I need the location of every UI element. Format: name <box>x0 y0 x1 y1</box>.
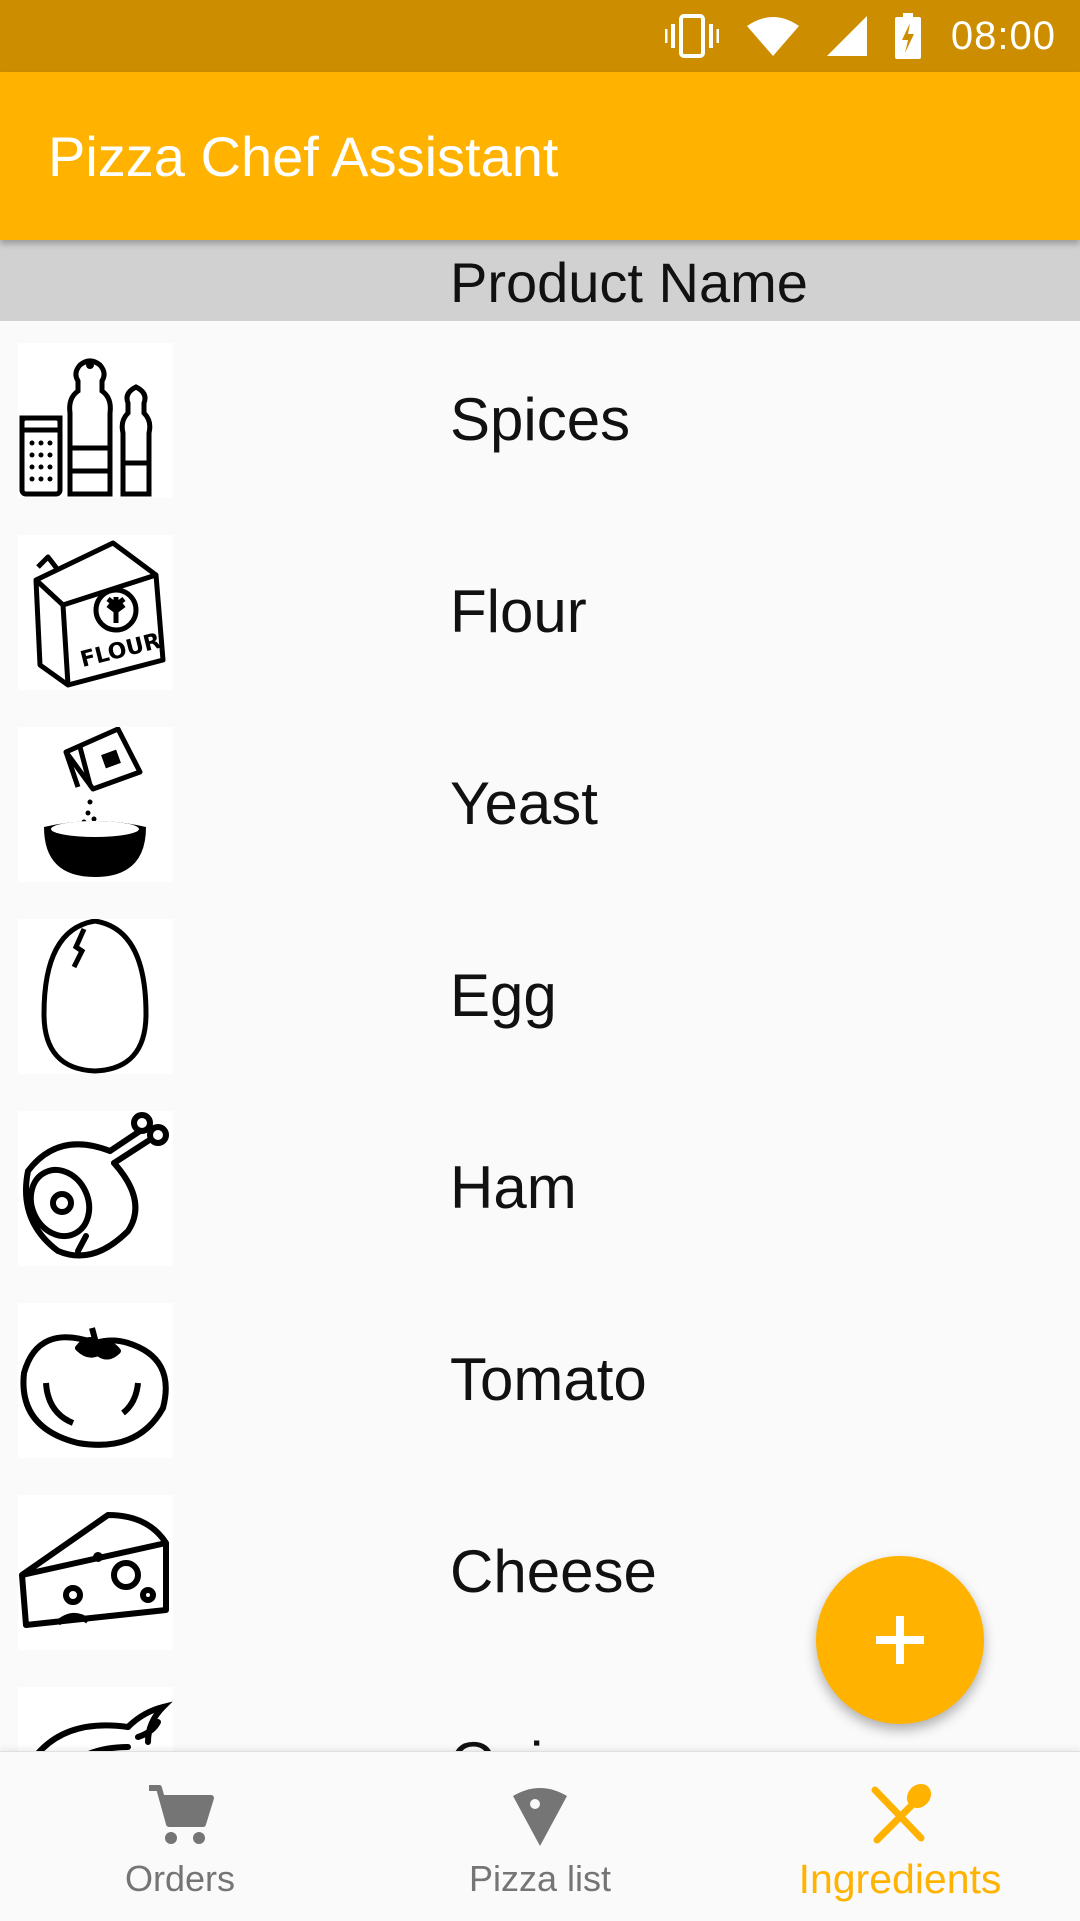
utensils-icon <box>871 1783 932 1844</box>
nav-item-pizza-list[interactable]: Pizza list <box>360 1752 720 1921</box>
add-ingredient-button[interactable] <box>816 1556 984 1724</box>
ingredient-list[interactable]: Spices FLOUR Flour Yeast Egg Ham Tomato … <box>0 321 1080 1751</box>
list-item[interactable]: Egg <box>0 897 1080 1089</box>
yeast-icon <box>18 727 173 882</box>
cart-icon <box>149 1785 214 1844</box>
bottom-navigation: Orders Pizza list Ingredients <box>0 1751 1080 1921</box>
nav-item-ingredients[interactable]: Ingredients <box>720 1752 1080 1921</box>
list-item-label: Cheese <box>450 1538 657 1605</box>
ham-icon <box>18 1111 173 1266</box>
list-item-label: Egg <box>450 962 557 1029</box>
cheese-icon <box>18 1495 173 1650</box>
column-header-product-name: Product Name <box>450 251 808 314</box>
battery-charging-icon <box>894 13 921 59</box>
nav-label-ingredients: Ingredients <box>798 1856 1002 1902</box>
wifi-icon <box>746 16 799 56</box>
status-bar: 08:00 <box>0 0 1080 72</box>
vibrate-icon <box>664 14 719 58</box>
nav-label-orders: Orders <box>124 1858 236 1899</box>
list-item-label: Yeast <box>450 770 598 837</box>
list-header: Product Name <box>0 240 1080 321</box>
signal-icon <box>826 16 867 56</box>
list-item-label: Onion <box>450 1729 610 1751</box>
app-title: Pizza Chef Assistant <box>48 124 559 188</box>
list-item[interactable]: Ham <box>0 1089 1080 1281</box>
list-item[interactable]: Yeast <box>0 705 1080 897</box>
onion-icon <box>18 1687 173 1751</box>
list-item-label: Spices <box>450 386 631 453</box>
flour-icon: FLOUR <box>18 535 173 690</box>
pizza-slice-icon <box>513 1788 567 1846</box>
nav-item-orders[interactable]: Orders <box>0 1752 360 1921</box>
nav-label-pizza-list: Pizza list <box>468 1858 612 1899</box>
list-item-label: Ham <box>450 1154 577 1221</box>
list-item[interactable]: Tomato <box>0 1281 1080 1473</box>
tomato-icon <box>18 1303 173 1458</box>
plus-icon <box>876 1616 924 1664</box>
egg-icon <box>18 919 173 1074</box>
list-item-label: Tomato <box>450 1346 647 1413</box>
list-item[interactable]: Spices <box>0 321 1080 513</box>
list-item[interactable]: FLOUR Flour <box>0 513 1080 705</box>
spices-icon <box>18 343 173 498</box>
status-time: 08:00 <box>950 13 1056 58</box>
list-item-label: Flour <box>450 578 587 645</box>
svg-text:FLOUR: FLOUR <box>78 629 163 673</box>
app-bar: Pizza Chef Assistant <box>0 72 1080 240</box>
